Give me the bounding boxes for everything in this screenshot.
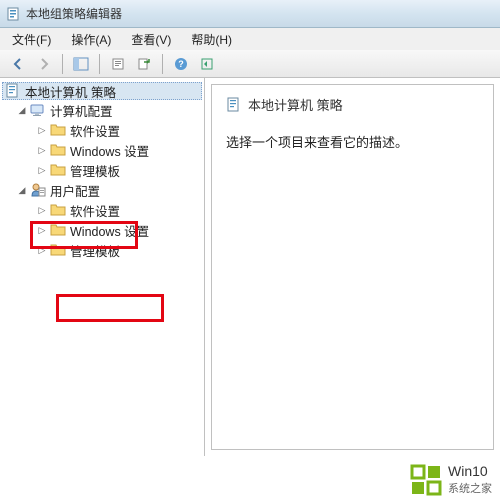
- folder-icon: [50, 122, 66, 138]
- tree-cc-software-label: 软件设置: [70, 121, 120, 140]
- tree-uc-windows-label: Windows 设置: [70, 221, 149, 240]
- folder-icon: [50, 162, 66, 178]
- computer-config-icon: [30, 102, 46, 118]
- content-description: 选择一个项目来查看它的描述。: [226, 132, 479, 151]
- folder-icon: [50, 242, 66, 258]
- tree-pane: 本地计算机 策略 ◢ 计算机配置 ▷ 软件设置 ▷: [0, 78, 205, 456]
- content-title: 本地计算机 策略: [248, 95, 343, 114]
- properties-button[interactable]: [106, 53, 130, 75]
- watermark-text: Win10 系统之家: [448, 464, 492, 495]
- menu-action[interactable]: 操作(A): [67, 29, 115, 50]
- refresh-button[interactable]: [195, 53, 219, 75]
- tree-user-config[interactable]: ◢ 用户配置: [2, 180, 202, 200]
- tree-uc-admin[interactable]: ▷ 管理模板: [2, 240, 202, 260]
- gpedit-doc-icon: [5, 83, 21, 99]
- back-icon: [11, 57, 25, 71]
- expander-icon[interactable]: ▷: [36, 224, 48, 236]
- expander-icon[interactable]: ▷: [36, 204, 48, 216]
- svg-text:?: ?: [178, 59, 184, 69]
- gpedit-doc-icon: [226, 97, 242, 113]
- watermark: Win10 系统之家: [0, 456, 500, 504]
- folder-icon: [50, 142, 66, 158]
- toolbar-separator-2: [99, 54, 100, 74]
- expander-icon[interactable]: ◢: [16, 184, 28, 196]
- tree-root-node[interactable]: 本地计算机 策略: [2, 82, 202, 100]
- help-icon: ?: [174, 57, 188, 71]
- expander-icon[interactable]: ▷: [36, 164, 48, 176]
- tree-cc-admin-label: 管理模板: [70, 161, 120, 180]
- toolbar: ?: [0, 50, 500, 78]
- content-title-row: 本地计算机 策略: [226, 95, 479, 114]
- watermark-logo-icon: [410, 464, 442, 496]
- tree-cc-label: 计算机配置: [50, 101, 113, 120]
- show-hide-tree-icon: [73, 57, 89, 71]
- user-config-icon: [30, 182, 46, 198]
- refresh-icon: [200, 57, 214, 71]
- expander-icon[interactable]: ▷: [36, 144, 48, 156]
- expander-icon[interactable]: ▷: [36, 124, 48, 136]
- menu-view[interactable]: 查看(V): [127, 29, 175, 50]
- tree-uc-admin-label: 管理模板: [70, 241, 120, 260]
- tree-cc-software[interactable]: ▷ 软件设置: [2, 120, 202, 140]
- properties-icon: [111, 57, 125, 71]
- watermark-line1: Win10: [448, 464, 492, 479]
- expander-icon[interactable]: ◢: [16, 104, 28, 116]
- show-hide-tree-button[interactable]: [69, 53, 93, 75]
- export-list-button[interactable]: [132, 53, 156, 75]
- content-pane: 本地计算机 策略 选择一个项目来查看它的描述。: [205, 78, 500, 456]
- tree-computer-config[interactable]: ◢ 计算机配置: [2, 100, 202, 120]
- menubar: 文件(F) 操作(A) 查看(V) 帮助(H): [0, 28, 500, 50]
- tree-uc-label: 用户配置: [50, 181, 100, 200]
- toolbar-separator: [62, 54, 63, 74]
- toolbar-separator-3: [162, 54, 163, 74]
- content-inner: 本地计算机 策略 选择一个项目来查看它的描述。: [211, 84, 494, 450]
- tree-cc-admin[interactable]: ▷ 管理模板: [2, 160, 202, 180]
- folder-icon: [50, 222, 66, 238]
- tree-cc-windows[interactable]: ▷ Windows 设置: [2, 140, 202, 160]
- forward-button[interactable]: [32, 53, 56, 75]
- tree-root-label: 本地计算机 策略: [25, 82, 116, 101]
- tree-cc-windows-label: Windows 设置: [70, 141, 149, 160]
- export-list-icon: [137, 57, 151, 71]
- gpedit-icon: [6, 6, 22, 22]
- help-button[interactable]: ?: [169, 53, 193, 75]
- forward-icon: [37, 57, 51, 71]
- tree-uc-windows[interactable]: ▷ Windows 设置: [2, 220, 202, 240]
- tree-uc-software-label: 软件设置: [70, 201, 120, 220]
- back-button[interactable]: [6, 53, 30, 75]
- menu-help[interactable]: 帮助(H): [187, 29, 236, 50]
- titlebar: 本地组策略编辑器: [0, 0, 500, 28]
- watermark-line2: 系统之家: [448, 480, 492, 496]
- body-area: 本地计算机 策略 ◢ 计算机配置 ▷ 软件设置 ▷: [0, 78, 500, 456]
- tree-uc-software[interactable]: ▷ 软件设置: [2, 200, 202, 220]
- expander-icon[interactable]: ▷: [36, 244, 48, 256]
- menu-file[interactable]: 文件(F): [8, 29, 55, 50]
- window-title: 本地组策略编辑器: [26, 5, 122, 22]
- folder-icon: [50, 202, 66, 218]
